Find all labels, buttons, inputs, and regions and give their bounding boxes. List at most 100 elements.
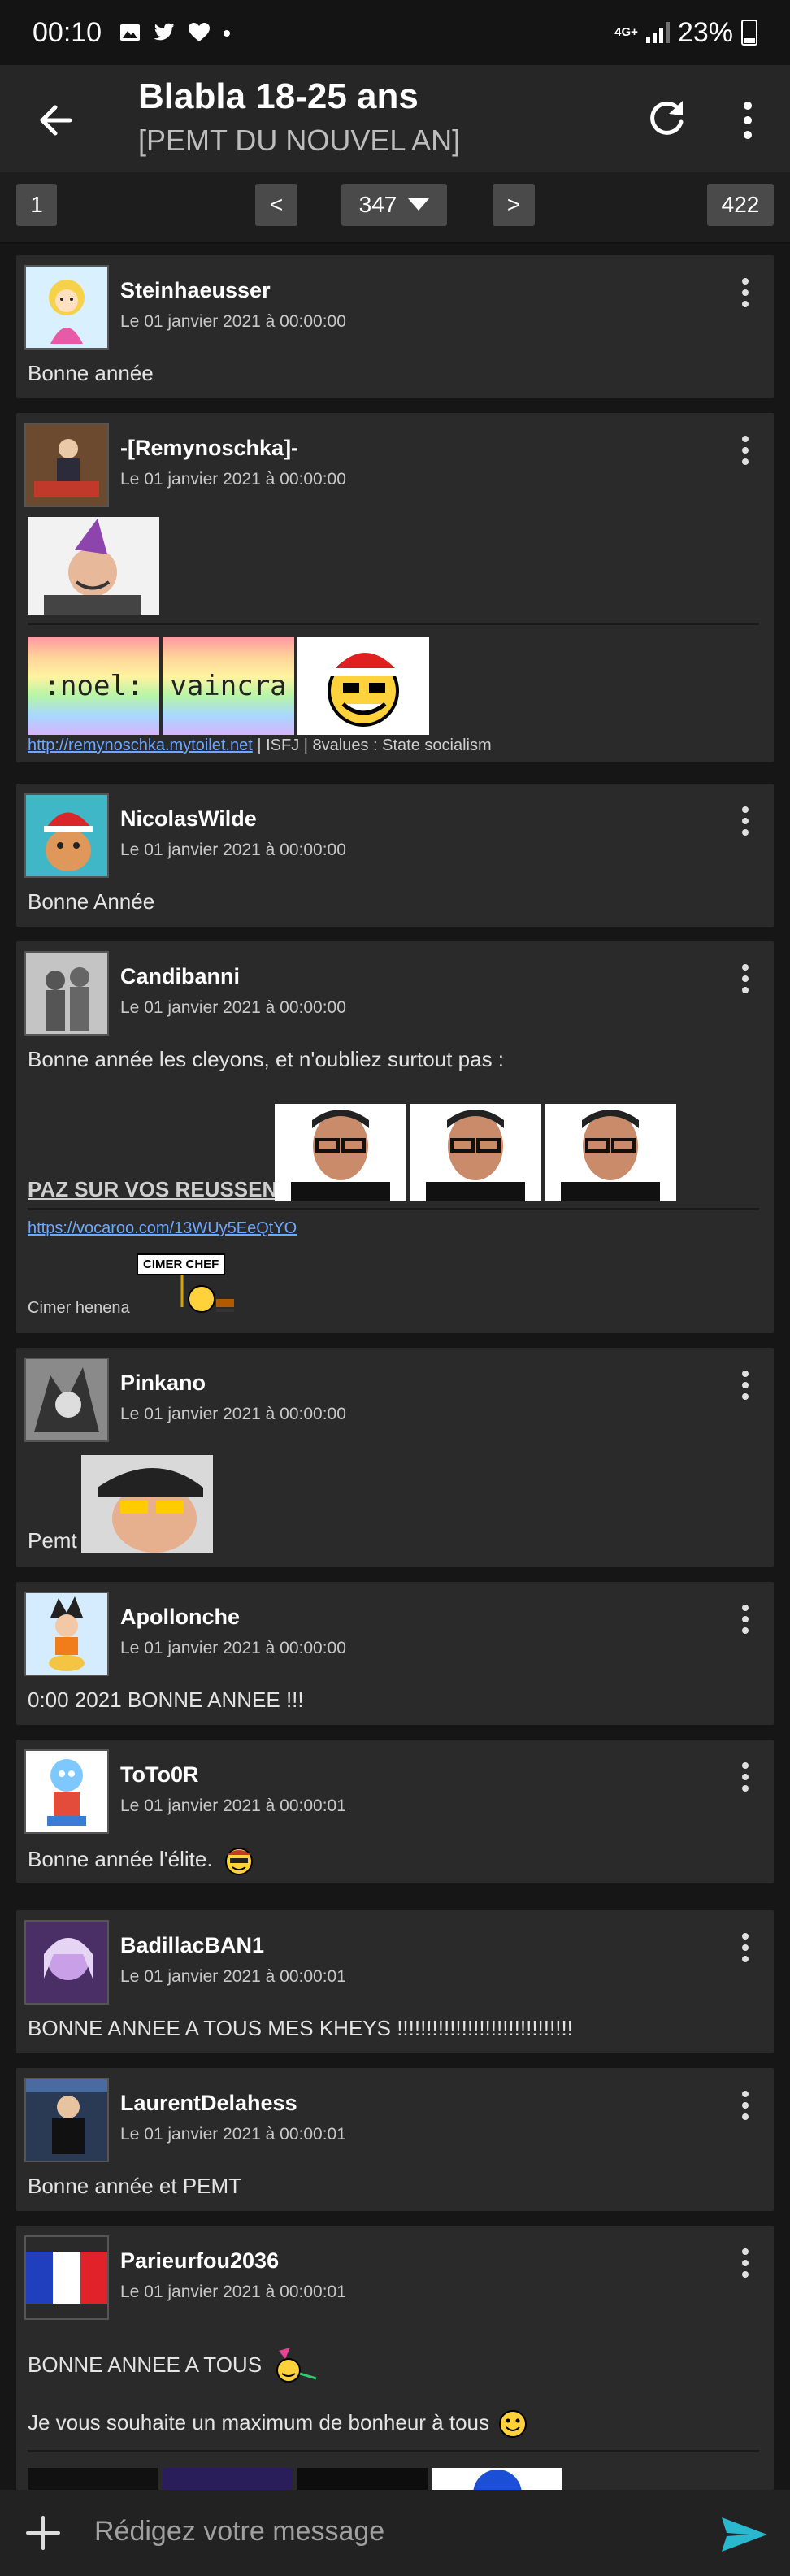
post-menu-icon[interactable] xyxy=(741,436,749,468)
post-date: Le 01 janvier 2021 à 00:00:00 xyxy=(120,998,346,1017)
smiley-sign-icon xyxy=(180,1275,234,1313)
post-card: Steinhaeusser Le 01 janvier 2021 à 00:00… xyxy=(16,255,774,398)
first-page-button[interactable]: 1 xyxy=(16,184,57,226)
refresh-icon[interactable] xyxy=(642,94,691,143)
post-menu-icon[interactable] xyxy=(741,2248,749,2281)
avatar[interactable] xyxy=(24,1920,109,2005)
notification-icons xyxy=(119,22,232,43)
last-page-button[interactable]: 422 xyxy=(707,184,774,226)
signal-icon xyxy=(645,22,670,43)
more-vert-icon[interactable] xyxy=(731,98,764,143)
post-date: Le 01 janvier 2021 à 00:00:00 xyxy=(120,470,346,489)
post-menu-icon[interactable] xyxy=(741,278,749,311)
avatar[interactable] xyxy=(24,1358,109,1442)
gallery-icon xyxy=(120,24,141,41)
signature-separator xyxy=(28,2450,759,2452)
page-select[interactable]: 347 xyxy=(341,184,447,226)
signature-text: Cimer henena xyxy=(28,1299,130,1317)
post-bold-text: PAZ SUR VOS REUSSENT xyxy=(28,1177,291,1201)
post-date: Le 01 janvier 2021 à 00:00:01 xyxy=(120,2125,346,2144)
post-body: BONNE ANNEE A TOUS xyxy=(28,2346,319,2387)
sign-text: CIMER CHEF xyxy=(143,1258,219,1271)
post-date: Le 01 janvier 2021 à 00:00:00 xyxy=(120,841,346,859)
signature-separator xyxy=(28,1208,759,1210)
post-menu-icon[interactable] xyxy=(741,1762,749,1795)
signature-separator xyxy=(28,623,759,625)
post-body: Bonne année l'élite. xyxy=(28,1845,254,1876)
post-body-text: BONNE ANNEE A TOUS xyxy=(28,2352,263,2377)
post-menu-icon[interactable] xyxy=(741,2091,749,2123)
sticker-image xyxy=(81,1455,213,1553)
topic-title: Blabla 18-25 ans xyxy=(138,76,419,116)
post-menu-icon[interactable] xyxy=(741,964,749,997)
pagination-bar: 1 < 347 > 422 xyxy=(0,172,790,244)
sticker-face-3 xyxy=(545,1104,676,1201)
prev-page-button[interactable]: < xyxy=(255,184,297,226)
post-card: ToTo0R Le 01 janvier 2021 à 00:00:01 Bon… xyxy=(16,1740,774,1883)
france-flag-icon xyxy=(26,2237,107,2318)
author-name[interactable]: LaurentDelahess xyxy=(120,2091,297,2116)
post-body: 0:00 2021 BONNE ANNEE !!! xyxy=(28,1688,304,1712)
signature-link[interactable]: https://vocaroo.com/13WUy5EeQtYO xyxy=(28,1219,297,1238)
post-menu-icon[interactable] xyxy=(741,806,749,839)
dot-icon xyxy=(224,30,231,37)
status-bar: 00:10 4G+ 23% xyxy=(0,0,790,65)
author-name[interactable]: Apollonche xyxy=(120,1605,240,1630)
post-body-text: Je vous souhaite un maximum de bonheur à… xyxy=(28,2409,490,2435)
author-name[interactable]: -[Remynoschka]- xyxy=(120,436,298,461)
cimer-chef-sign: CIMER CHEF xyxy=(137,1253,226,1275)
post-card: Parieurfou2036 Le 01 janvier 2021 à 00:0… xyxy=(16,2226,774,2490)
author-name[interactable]: NicolasWilde xyxy=(120,806,257,832)
post-body-2: Je vous souhaite un maximum de bonheur à… xyxy=(28,2409,527,2439)
message-input[interactable]: Rédigez votre message xyxy=(94,2516,384,2548)
sticker-image xyxy=(28,517,159,615)
avatar[interactable] xyxy=(24,423,109,507)
send-icon[interactable] xyxy=(720,2514,769,2555)
topic-subtitle: [PEMT DU NOUVEL AN] xyxy=(138,124,461,157)
avatar[interactable] xyxy=(24,1592,109,1676)
sticker-face-1 xyxy=(275,1104,406,1201)
author-name[interactable]: Pinkano xyxy=(120,1371,206,1396)
app-bar: Blabla 18-25 ans [PEMT DU NOUVEL AN] xyxy=(0,65,790,172)
author-name[interactable]: BadillacBAN1 xyxy=(120,1933,264,1958)
sticker-noel: :noel: xyxy=(28,637,159,735)
avatar[interactable] xyxy=(24,1749,109,1834)
post-date: Le 01 janvier 2021 à 00:00:01 xyxy=(120,1967,346,1986)
post-body: Pemt xyxy=(28,1528,77,1553)
vocaroo-link[interactable]: https://vocaroo.com/13WUy5EeQtYO xyxy=(28,1219,297,1237)
signature-link[interactable]: http://remynoschka.mytoilet.net xyxy=(28,736,253,754)
post-date: Le 01 janvier 2021 à 00:00:01 xyxy=(120,2283,346,2301)
avatar[interactable] xyxy=(24,951,109,1036)
post-body: Bonne Année xyxy=(28,889,155,914)
post-body-text: Bonne année l'élite. xyxy=(28,1846,213,1871)
post-card: NicolasWilde Le 01 janvier 2021 à 00:00:… xyxy=(16,784,774,927)
author-name[interactable]: Candibanni xyxy=(120,964,240,989)
next-page-button[interactable]: > xyxy=(493,184,535,226)
post-date: Le 01 janvier 2021 à 00:00:00 xyxy=(120,312,346,331)
post-menu-icon[interactable] xyxy=(741,1933,749,1966)
author-name[interactable]: ToTo0R xyxy=(120,1762,198,1788)
post-body: Bonne année xyxy=(28,361,154,385)
author-name[interactable]: Parieurfou2036 xyxy=(120,2248,279,2274)
sticker-vaincra: vaincra xyxy=(163,637,294,735)
post-card: BadillacBAN1 Le 01 janvier 2021 à 00:00:… xyxy=(16,1910,774,2053)
composer-bar: Rédigez votre message xyxy=(0,2490,790,2576)
post-menu-icon[interactable] xyxy=(741,1605,749,1637)
avatar[interactable] xyxy=(24,2235,109,2320)
arrow-back-icon[interactable] xyxy=(33,98,78,143)
caret-down-icon xyxy=(408,198,430,211)
avatar[interactable] xyxy=(24,265,109,350)
author-name[interactable]: Steinhaeusser xyxy=(120,278,271,303)
post-date: Le 01 janvier 2021 à 00:00:00 xyxy=(120,1639,346,1657)
post-menu-icon[interactable] xyxy=(741,1371,749,1403)
post-date: Le 01 janvier 2021 à 00:00:01 xyxy=(120,1796,346,1815)
avatar[interactable] xyxy=(24,793,109,878)
sticker-label: vaincra xyxy=(170,670,287,702)
post-body: Bonne année et PEMT xyxy=(28,2174,242,2198)
smiley-sunglasses-icon xyxy=(224,1848,253,1875)
status-time: 00:10 xyxy=(33,16,102,48)
status-right: 4G+ 23% xyxy=(614,0,757,65)
avatar[interactable] xyxy=(24,2078,109,2162)
signature-images xyxy=(28,2468,580,2490)
plus-icon[interactable] xyxy=(23,2513,63,2553)
